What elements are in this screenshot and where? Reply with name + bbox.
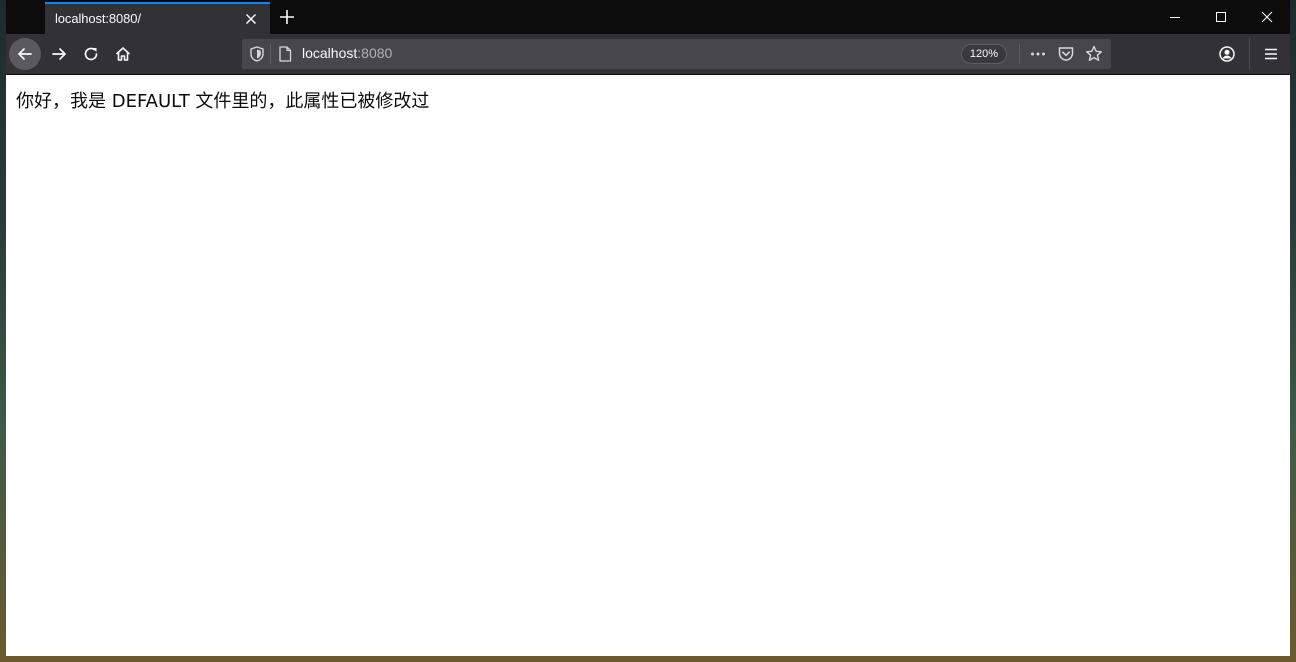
- url-text[interactable]: localhost:8080: [302, 45, 392, 61]
- zoom-level-badge[interactable]: 120%: [961, 44, 1007, 64]
- plus-icon[interactable]: [276, 6, 298, 28]
- tab-strip: localhost:8080/: [6, 0, 1290, 34]
- ellipsis-icon[interactable]: [1028, 44, 1048, 64]
- page-message: 你好，我是 DEFAULT 文件里的，此属性已被修改过: [16, 91, 430, 112]
- navigation-toolbar: localhost:8080 120%: [6, 34, 1290, 75]
- close-icon[interactable]: [241, 9, 261, 29]
- arrow-left-icon[interactable]: [9, 38, 41, 70]
- arrow-right-icon[interactable]: [43, 38, 75, 70]
- shield-icon[interactable]: [248, 45, 266, 63]
- hamburger-icon[interactable]: [1260, 43, 1282, 65]
- reload-icon[interactable]: [75, 38, 107, 70]
- url-divider-2: [1019, 44, 1020, 64]
- window-close-button[interactable]: [1244, 0, 1290, 34]
- account-icon[interactable]: [1216, 43, 1238, 65]
- star-icon[interactable]: [1084, 44, 1104, 64]
- url-host: localhost: [302, 45, 358, 61]
- minimize-button[interactable]: [1152, 0, 1198, 34]
- url-divider: [270, 44, 271, 64]
- url-port: :8080: [357, 45, 393, 61]
- tab-title: localhost:8080/: [55, 11, 141, 26]
- tab-localhost[interactable]: localhost:8080/: [45, 2, 270, 34]
- home-icon[interactable]: [107, 38, 139, 70]
- toolbar-divider: [1249, 38, 1250, 70]
- page-icon[interactable]: [276, 45, 294, 63]
- page-content: 你好，我是 DEFAULT 文件里的，此属性已被修改过: [6, 75, 1290, 656]
- url-bar[interactable]: localhost:8080 120%: [242, 39, 1111, 69]
- maximize-button[interactable]: [1198, 0, 1244, 34]
- browser-window: localhost:8080/ localhost:8080 120% 你好，我…: [6, 0, 1290, 656]
- pocket-icon[interactable]: [1056, 44, 1076, 64]
